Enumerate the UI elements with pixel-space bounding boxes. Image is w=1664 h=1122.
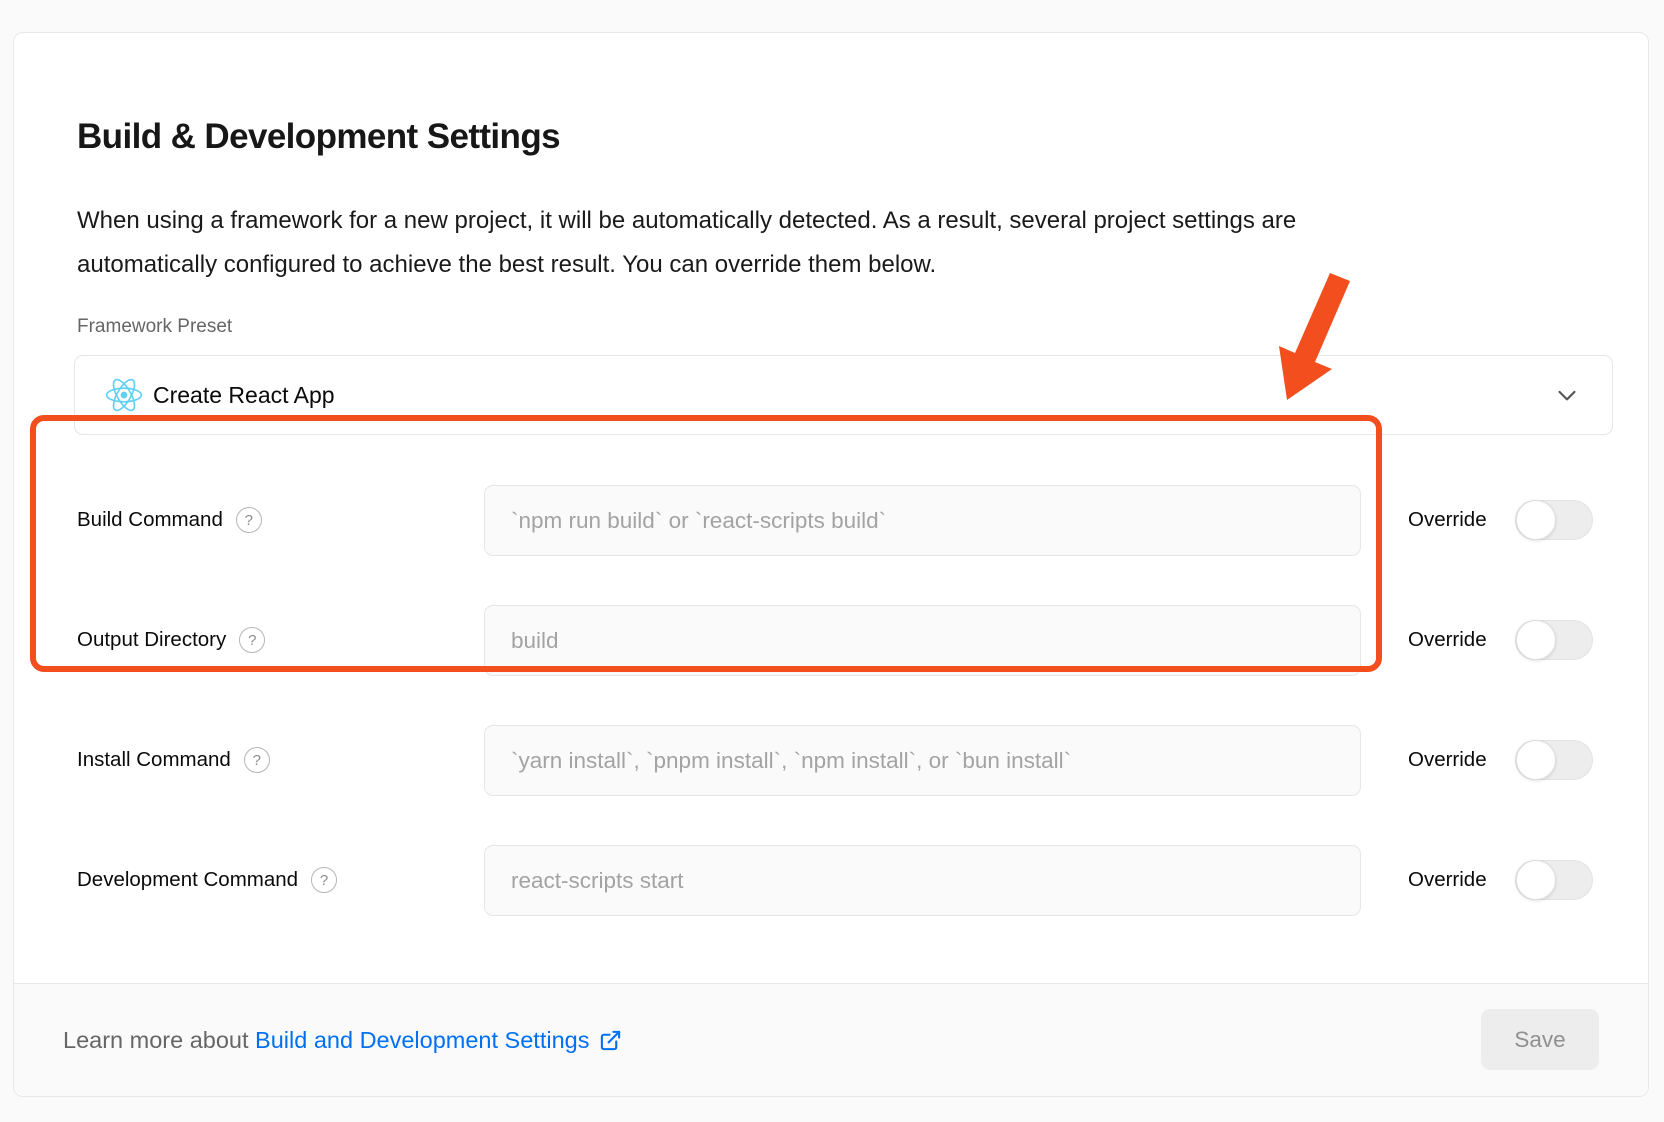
- help-icon[interactable]: ?: [311, 867, 337, 893]
- framework-preset-select[interactable]: Create React App: [74, 355, 1613, 435]
- toggle-knob: [1516, 620, 1556, 660]
- override-label: Override: [1408, 508, 1487, 532]
- install-command-input[interactable]: [484, 725, 1361, 796]
- framework-preset-value: Create React App: [153, 382, 335, 409]
- toggle-knob: [1516, 500, 1556, 540]
- page-title: Build & Development Settings: [77, 117, 560, 157]
- help-icon[interactable]: ?: [239, 627, 265, 653]
- install-command-override-toggle[interactable]: [1515, 740, 1593, 780]
- toggle-knob: [1516, 860, 1556, 900]
- development-command-override: Override: [1408, 860, 1593, 900]
- help-icon[interactable]: ?: [244, 747, 270, 773]
- build-command-label: Build Command ?: [77, 503, 262, 537]
- override-label: Override: [1408, 628, 1487, 652]
- output-directory-label-text: Output Directory: [77, 628, 226, 652]
- learn-more-prefix: Learn more about: [63, 1027, 255, 1054]
- framework-preset-label: Framework Preset: [77, 316, 232, 338]
- settings-card: Build & Development Settings When using …: [13, 32, 1649, 1097]
- build-command-label-text: Build Command: [77, 508, 223, 532]
- help-icon[interactable]: ?: [236, 507, 262, 533]
- output-directory-override-toggle[interactable]: [1515, 620, 1593, 660]
- development-command-label: Development Command ?: [77, 863, 337, 897]
- page-description-line: automatically configured to achieve the …: [77, 243, 1296, 287]
- output-directory-input[interactable]: [484, 605, 1361, 676]
- development-command-override-toggle[interactable]: [1515, 860, 1593, 900]
- build-command-input[interactable]: [484, 485, 1361, 556]
- build-command-override: Override: [1408, 500, 1593, 540]
- override-label: Override: [1408, 868, 1487, 892]
- external-link-icon: [599, 1029, 622, 1052]
- page-description: When using a framework for a new project…: [77, 199, 1296, 287]
- development-command-label-text: Development Command: [77, 868, 298, 892]
- install-command-label: Install Command ?: [77, 743, 270, 777]
- install-command-label-text: Install Command: [77, 748, 231, 772]
- learn-more-text: Learn more about Build and Development S…: [63, 984, 622, 1097]
- output-directory-override: Override: [1408, 620, 1593, 660]
- build-command-override-toggle[interactable]: [1515, 500, 1593, 540]
- save-button[interactable]: Save: [1481, 1009, 1599, 1070]
- chevron-down-icon: [1552, 380, 1582, 410]
- install-command-override: Override: [1408, 740, 1593, 780]
- react-logo-icon: [105, 376, 143, 414]
- learn-more-link[interactable]: Build and Development Settings: [255, 1027, 622, 1054]
- learn-more-link-text: Build and Development Settings: [255, 1027, 589, 1054]
- toggle-knob: [1516, 740, 1556, 780]
- output-directory-label: Output Directory ?: [77, 623, 265, 657]
- page-description-line: When using a framework for a new project…: [77, 199, 1296, 243]
- override-label: Override: [1408, 748, 1487, 772]
- development-command-input[interactable]: [484, 845, 1361, 916]
- card-footer: Learn more about Build and Development S…: [14, 983, 1648, 1096]
